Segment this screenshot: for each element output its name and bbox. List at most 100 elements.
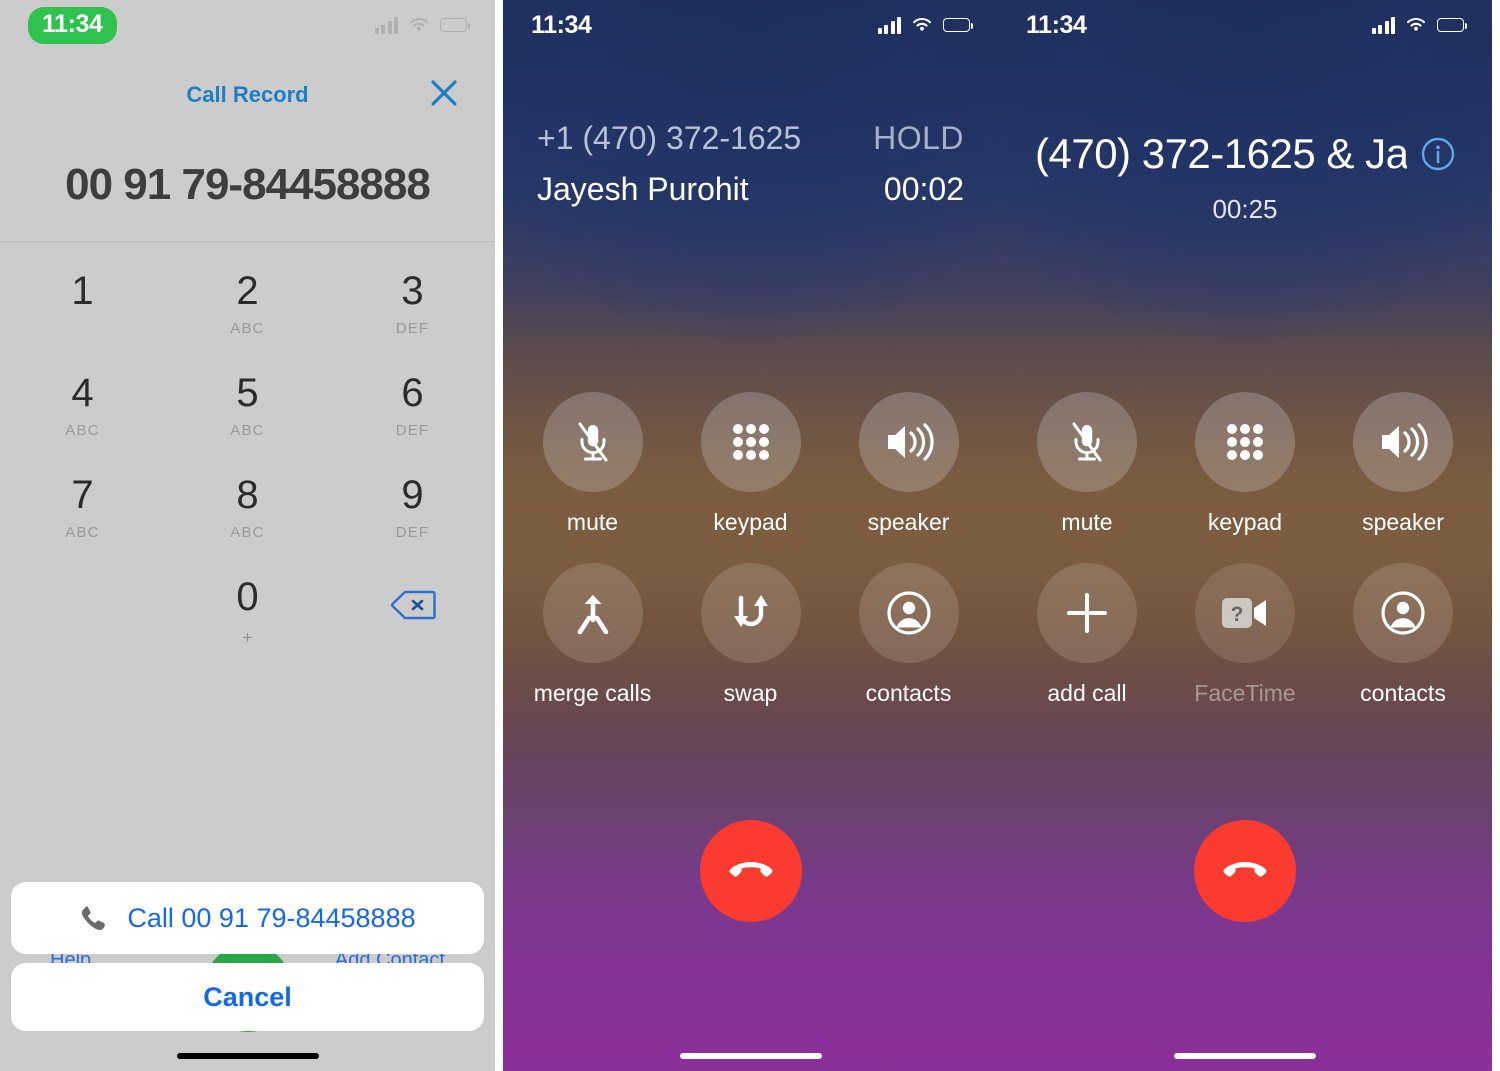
keypad-icon <box>732 424 769 460</box>
key-digit: 7 <box>71 473 94 517</box>
keypad-key-5[interactable]: 5 ABC <box>165 364 330 466</box>
action-label: add call <box>1047 680 1127 706</box>
keypad-key-7[interactable]: 7 ABC <box>0 466 165 568</box>
facetime-unavailable-icon: ? <box>1222 598 1266 628</box>
cancel-button[interactable]: Cancel <box>11 963 484 1031</box>
keypad-key-3[interactable]: 3 DEF <box>330 262 495 364</box>
call-actions-grid: mute keypad <box>503 392 998 734</box>
call-action-label: Call 00 91 79-84458888 <box>127 902 416 933</box>
merged-call-title: (470) 372-1625 & Ja <box>1035 130 1407 177</box>
action-swap[interactable]: swap <box>691 563 811 707</box>
wifi-icon <box>913 18 931 31</box>
action-circle <box>542 563 643 663</box>
action-circle <box>858 392 959 492</box>
key-digit: 3 <box>401 269 424 313</box>
cancel-label: Cancel <box>203 981 292 1012</box>
keypad-key-1[interactable]: 1 <box>0 262 165 364</box>
status-clock: 11:34 <box>1026 10 1087 39</box>
key-letters: ABC <box>230 320 265 337</box>
panel-separator <box>495 0 503 1071</box>
call-actions-row: mute keypad speaker <box>503 392 998 536</box>
key-digit: 1 <box>71 269 94 313</box>
keypad-key-2[interactable]: 2 ABC <box>165 262 330 364</box>
action-circle <box>1195 392 1295 492</box>
call-actions-row: merge calls swap contacts <box>503 563 998 707</box>
mic-off-icon <box>578 422 607 462</box>
action-speaker[interactable]: speaker <box>849 392 969 536</box>
merge-calls-icon <box>577 595 608 635</box>
action-mute[interactable]: mute <box>1027 392 1147 536</box>
key-digit: 2 <box>236 269 259 313</box>
key-letters: DEF <box>395 320 430 337</box>
dialer-header: Call Record 00 91 79-84458888 <box>0 50 495 242</box>
action-label: mute <box>1061 509 1113 535</box>
action-label: contacts <box>865 680 952 706</box>
end-call-button[interactable] <box>699 820 802 922</box>
call-header-bottom-row: Jayesh Purohit 00:02 <box>537 171 964 208</box>
speaker-icon <box>887 423 934 461</box>
call-timer: 00:02 <box>883 171 964 207</box>
panel-incall-merged: 11:34 (470) 372-1625 & Ja 00:25 mute key… <box>998 0 1492 1071</box>
action-add-call[interactable]: add call <box>1027 563 1147 707</box>
action-circle <box>700 563 801 663</box>
keypad-key-4[interactable]: 4 ABC <box>0 364 165 466</box>
status-bar: 11:34 <box>503 0 998 50</box>
status-clock: 11:34 <box>531 10 592 39</box>
key-plus: + <box>242 628 253 647</box>
keypad-key-6[interactable]: 6 DEF <box>330 364 495 466</box>
mic-off-icon <box>1072 422 1102 462</box>
keypad-row: 0 + <box>0 568 495 670</box>
action-keypad[interactable]: keypad <box>1185 392 1305 536</box>
action-circle: ? <box>1195 563 1295 663</box>
three-panel-screenshot: 11:34 Call Record 00 91 79-84458888 1 2 … <box>0 0 1500 1071</box>
home-indicator[interactable] <box>679 1053 822 1059</box>
action-circle <box>858 563 959 663</box>
key-digit: 6 <box>401 371 424 415</box>
action-speaker[interactable]: speaker <box>1343 392 1463 536</box>
keypad-key-0[interactable]: 0 + <box>165 568 330 670</box>
info-icon[interactable] <box>1421 137 1455 171</box>
end-call-icon <box>729 862 772 877</box>
swap-icon <box>733 595 768 627</box>
contacts-icon <box>1381 591 1425 635</box>
home-indicator[interactable] <box>176 1053 319 1059</box>
held-call-number: +1 (470) 372-1625 <box>537 120 802 156</box>
action-label: keypad <box>713 509 788 535</box>
contacts-icon <box>886 591 931 635</box>
status-icons <box>1371 16 1467 34</box>
panel-dialer: 11:34 Call Record 00 91 79-84458888 1 2 … <box>0 0 495 1071</box>
keypad-key-9[interactable]: 9 DEF <box>330 466 495 568</box>
action-contacts[interactable]: contacts <box>1343 563 1463 707</box>
active-call-name: Jayesh Purohit <box>537 171 749 207</box>
keypad-row: 7 ABC 8 ABC 9 DEF <box>0 466 495 568</box>
key-letters: ABC <box>65 422 100 439</box>
home-indicator[interactable] <box>1174 1053 1316 1059</box>
call-header: (470) 372-1625 & Ja 00:25 <box>998 130 1492 225</box>
end-call-button[interactable] <box>1194 820 1296 922</box>
action-label: mute <box>566 509 619 535</box>
action-facetime[interactable]: ? FaceTime <box>1185 563 1305 707</box>
action-label: contacts <box>1360 680 1446 706</box>
action-contacts[interactable]: contacts <box>849 563 969 707</box>
action-label: speaker <box>1362 509 1444 535</box>
call-action-sheet-item[interactable]: Call 00 91 79-84458888 <box>11 882 484 954</box>
action-keypad[interactable]: keypad <box>691 392 811 536</box>
keypad-row: 1 2 ABC 3 DEF <box>0 262 495 364</box>
call-actions-row: mute keypad speaker <box>998 392 1492 536</box>
page-title: Call Record <box>186 82 309 107</box>
action-merge-calls[interactable]: merge calls <box>533 563 653 707</box>
svg-text:?: ? <box>1231 603 1244 626</box>
close-icon[interactable] <box>427 76 461 110</box>
backspace-button[interactable] <box>330 568 495 670</box>
status-icons <box>877 16 973 34</box>
cellular-icon <box>877 16 901 34</box>
action-mute[interactable]: mute <box>533 392 653 536</box>
end-call-icon <box>1223 862 1267 877</box>
status-bar: 11:34 <box>998 0 1492 50</box>
keypad-key-8[interactable]: 8 ABC <box>165 466 330 568</box>
action-circle <box>1037 392 1137 492</box>
action-circle <box>1037 563 1137 663</box>
add-call-icon <box>1067 593 1107 633</box>
action-label: FaceTime <box>1194 680 1296 706</box>
action-label: speaker <box>867 509 950 535</box>
